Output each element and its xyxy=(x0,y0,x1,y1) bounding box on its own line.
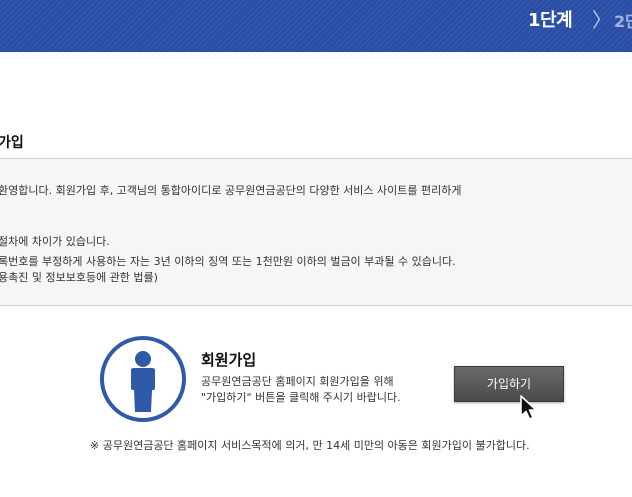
join-title: 회원가입 xyxy=(201,351,257,369)
header-bar: 1단계 〉 2단 xyxy=(0,0,632,52)
person-figure xyxy=(131,351,155,412)
info-line-penalty: 록번호를 부정하게 사용하는 자는 3년 이하의 징역 또는 1천만원 이하의 … xyxy=(0,255,456,268)
section-title: 가입 xyxy=(0,135,24,151)
join-button[interactable]: 가입하기 xyxy=(454,366,564,402)
age-notice: ※ 공무원연금공단 홈페이지 서비스목적에 의거, 만 14세 미만의 아동은 … xyxy=(90,439,530,452)
join-description-line1: 공무원연금공단 홈페이지 회원가입을 위해 xyxy=(201,375,394,388)
step-next: 2단 xyxy=(614,12,632,31)
info-box: 환영합니다. 회원가입 후, 고객님의 통합아이디로 공무원연금공단의 다양한 … xyxy=(0,158,632,306)
step-current: 1단계 xyxy=(528,10,573,31)
person-icon xyxy=(100,336,186,422)
chevron-right-icon: 〉 xyxy=(592,8,612,32)
mouse-cursor-icon xyxy=(520,395,537,420)
info-line-procedure: 절차에 차이가 있습니다. xyxy=(0,235,110,248)
join-description-line2: "가입하기" 버튼을 클릭해 주시기 바랍니다. xyxy=(201,391,401,404)
info-line-welcome: 환영합니다. 회원가입 후, 고객님의 통합아이디로 공무원연금공단의 다양한 … xyxy=(0,184,462,197)
info-line-law: 용촉진 및 정보보호등에 관한 법률) xyxy=(0,271,158,284)
